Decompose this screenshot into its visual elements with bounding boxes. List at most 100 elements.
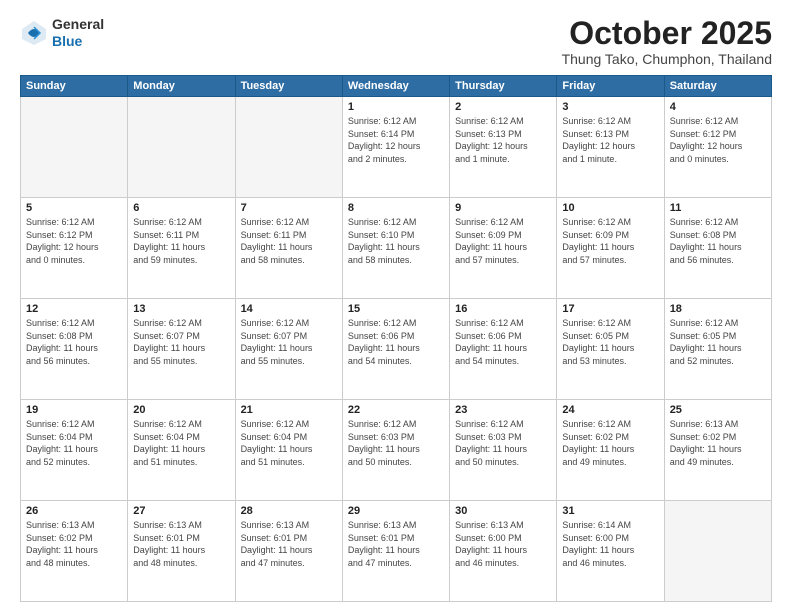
calendar-cell: 19 Sunrise: 6:12 AM Sunset: 6:04 PM Dayli… <box>21 400 128 501</box>
calendar-cell: 24 Sunrise: 6:12 AM Sunset: 6:02 PM Dayli… <box>557 400 664 501</box>
calendar-cell: 11Sunrise: 6:12 AM Sunset: 6:08 PM Dayli… <box>664 198 771 299</box>
header: General Blue October 2025 Thung Tako, Ch… <box>20 16 772 67</box>
week-row-1: 5 Sunrise: 6:12 AM Sunset: 6:12 PM Daylig… <box>21 198 772 299</box>
day-number: 5 <box>26 202 122 214</box>
day-info: Sunrise: 6:12 AM Sunset: 6:03 PM Dayligh… <box>455 418 551 468</box>
weekday-header-saturday: Saturday <box>664 76 771 97</box>
calendar-cell: 29Sunrise: 6:13 AM Sunset: 6:01 PM Dayli… <box>342 501 449 602</box>
day-number: 21 <box>241 404 337 416</box>
day-info: Sunrise: 6:12 AM Sunset: 6:10 PM Dayligh… <box>348 216 444 266</box>
day-info: Sunrise: 6:13 AM Sunset: 6:02 PM Dayligh… <box>26 519 122 569</box>
day-info: Sunrise: 6:12 AM Sunset: 6:12 PM Dayligh… <box>670 115 766 165</box>
calendar-cell: 25Sunrise: 6:13 AM Sunset: 6:02 PM Dayli… <box>664 400 771 501</box>
calendar-cell: 27 Sunrise: 6:13 AM Sunset: 6:01 PM Dayli… <box>128 501 235 602</box>
calendar-cell: 7 Sunrise: 6:12 AM Sunset: 6:11 PM Daylig… <box>235 198 342 299</box>
calendar-cell: 9 Sunrise: 6:12 AM Sunset: 6:09 PM Daylig… <box>450 198 557 299</box>
logo-icon <box>20 19 48 47</box>
calendar-cell: 12 Sunrise: 6:12 AM Sunset: 6:08 PM Dayli… <box>21 299 128 400</box>
calendar-cell: 15Sunrise: 6:12 AM Sunset: 6:06 PM Dayli… <box>342 299 449 400</box>
day-number: 30 <box>455 505 551 517</box>
weekday-header-row: SundayMondayTuesdayWednesdayThursdayFrid… <box>21 76 772 97</box>
day-number: 1 <box>348 101 444 113</box>
calendar-cell <box>664 501 771 602</box>
weekday-header-sunday: Sunday <box>21 76 128 97</box>
day-number: 24 <box>562 404 658 416</box>
day-info: Sunrise: 6:12 AM Sunset: 6:13 PM Dayligh… <box>562 115 658 165</box>
day-info: Sunrise: 6:12 AM Sunset: 6:13 PM Dayligh… <box>455 115 551 165</box>
logo: General Blue <box>20 16 104 50</box>
day-number: 26 <box>26 505 122 517</box>
calendar-cell: 23 Sunrise: 6:12 AM Sunset: 6:03 PM Dayli… <box>450 400 557 501</box>
calendar-cell: 26 Sunrise: 6:13 AM Sunset: 6:02 PM Dayli… <box>21 501 128 602</box>
day-info: Sunrise: 6:12 AM Sunset: 6:11 PM Dayligh… <box>133 216 229 266</box>
day-number: 31 <box>562 505 658 517</box>
day-info: Sunrise: 6:13 AM Sunset: 6:00 PM Dayligh… <box>455 519 551 569</box>
day-info: Sunrise: 6:12 AM Sunset: 6:09 PM Dayligh… <box>562 216 658 266</box>
calendar-cell: 18Sunrise: 6:12 AM Sunset: 6:05 PM Dayli… <box>664 299 771 400</box>
weekday-header-friday: Friday <box>557 76 664 97</box>
calendar-cell: 1 Sunrise: 6:12 AM Sunset: 6:14 PM Daylig… <box>342 97 449 198</box>
day-info: Sunrise: 6:13 AM Sunset: 6:01 PM Dayligh… <box>241 519 337 569</box>
day-number: 9 <box>455 202 551 214</box>
day-info: Sunrise: 6:12 AM Sunset: 6:07 PM Dayligh… <box>133 317 229 367</box>
day-number: 16 <box>455 303 551 315</box>
week-row-0: 1 Sunrise: 6:12 AM Sunset: 6:14 PM Daylig… <box>21 97 772 198</box>
calendar-cell: 13Sunrise: 6:12 AM Sunset: 6:07 PM Dayli… <box>128 299 235 400</box>
calendar: SundayMondayTuesdayWednesdayThursdayFrid… <box>20 75 772 602</box>
day-info: Sunrise: 6:13 AM Sunset: 6:01 PM Dayligh… <box>133 519 229 569</box>
day-number: 3 <box>562 101 658 113</box>
day-number: 19 <box>26 404 122 416</box>
day-info: Sunrise: 6:12 AM Sunset: 6:04 PM Dayligh… <box>241 418 337 468</box>
day-info: Sunrise: 6:14 AM Sunset: 6:00 PM Dayligh… <box>562 519 658 569</box>
day-info: Sunrise: 6:12 AM Sunset: 6:11 PM Dayligh… <box>241 216 337 266</box>
calendar-cell: 2Sunrise: 6:12 AM Sunset: 6:13 PM Daylig… <box>450 97 557 198</box>
day-number: 17 <box>562 303 658 315</box>
day-info: Sunrise: 6:12 AM Sunset: 6:06 PM Dayligh… <box>455 317 551 367</box>
day-info: Sunrise: 6:12 AM Sunset: 6:08 PM Dayligh… <box>26 317 122 367</box>
logo-text: General Blue <box>52 16 104 50</box>
day-number: 6 <box>133 202 229 214</box>
page: General Blue October 2025 Thung Tako, Ch… <box>0 0 792 612</box>
day-number: 8 <box>348 202 444 214</box>
day-number: 23 <box>455 404 551 416</box>
day-info: Sunrise: 6:12 AM Sunset: 6:03 PM Dayligh… <box>348 418 444 468</box>
week-row-3: 19 Sunrise: 6:12 AM Sunset: 6:04 PM Dayli… <box>21 400 772 501</box>
calendar-cell: 31 Sunrise: 6:14 AM Sunset: 6:00 PM Dayli… <box>557 501 664 602</box>
day-info: Sunrise: 6:12 AM Sunset: 6:08 PM Dayligh… <box>670 216 766 266</box>
calendar-cell: 8 Sunrise: 6:12 AM Sunset: 6:10 PM Daylig… <box>342 198 449 299</box>
day-info: Sunrise: 6:12 AM Sunset: 6:02 PM Dayligh… <box>562 418 658 468</box>
day-number: 12 <box>26 303 122 315</box>
week-row-2: 12 Sunrise: 6:12 AM Sunset: 6:08 PM Dayli… <box>21 299 772 400</box>
week-row-4: 26 Sunrise: 6:13 AM Sunset: 6:02 PM Dayli… <box>21 501 772 602</box>
day-info: Sunrise: 6:12 AM Sunset: 6:04 PM Dayligh… <box>26 418 122 468</box>
day-number: 20 <box>133 404 229 416</box>
day-info: Sunrise: 6:12 AM Sunset: 6:14 PM Dayligh… <box>348 115 444 165</box>
calendar-cell: 3 Sunrise: 6:12 AM Sunset: 6:13 PM Daylig… <box>557 97 664 198</box>
calendar-cell: 28Sunrise: 6:13 AM Sunset: 6:01 PM Dayli… <box>235 501 342 602</box>
day-number: 14 <box>241 303 337 315</box>
day-info: Sunrise: 6:12 AM Sunset: 6:12 PM Dayligh… <box>26 216 122 266</box>
day-info: Sunrise: 6:12 AM Sunset: 6:05 PM Dayligh… <box>670 317 766 367</box>
calendar-cell: 21 Sunrise: 6:12 AM Sunset: 6:04 PM Dayli… <box>235 400 342 501</box>
logo-general: General <box>52 16 104 33</box>
calendar-cell: 5 Sunrise: 6:12 AM Sunset: 6:12 PM Daylig… <box>21 198 128 299</box>
day-number: 22 <box>348 404 444 416</box>
day-info: Sunrise: 6:12 AM Sunset: 6:09 PM Dayligh… <box>455 216 551 266</box>
logo-blue: Blue <box>52 33 104 50</box>
day-number: 27 <box>133 505 229 517</box>
day-info: Sunrise: 6:12 AM Sunset: 6:04 PM Dayligh… <box>133 418 229 468</box>
day-number: 10 <box>562 202 658 214</box>
day-number: 7 <box>241 202 337 214</box>
calendar-cell: 22 Sunrise: 6:12 AM Sunset: 6:03 PM Dayli… <box>342 400 449 501</box>
title-block: October 2025 Thung Tako, Chumphon, Thail… <box>562 16 772 67</box>
calendar-cell <box>235 97 342 198</box>
calendar-cell: 14Sunrise: 6:12 AM Sunset: 6:07 PM Dayli… <box>235 299 342 400</box>
calendar-cell: 20 Sunrise: 6:12 AM Sunset: 6:04 PM Dayli… <box>128 400 235 501</box>
day-info: Sunrise: 6:13 AM Sunset: 6:02 PM Dayligh… <box>670 418 766 468</box>
weekday-header-wednesday: Wednesday <box>342 76 449 97</box>
day-number: 29 <box>348 505 444 517</box>
weekday-header-monday: Monday <box>128 76 235 97</box>
calendar-cell: 4Sunrise: 6:12 AM Sunset: 6:12 PM Daylig… <box>664 97 771 198</box>
calendar-cell: 17Sunrise: 6:12 AM Sunset: 6:05 PM Dayli… <box>557 299 664 400</box>
calendar-cell: 16 Sunrise: 6:12 AM Sunset: 6:06 PM Dayli… <box>450 299 557 400</box>
